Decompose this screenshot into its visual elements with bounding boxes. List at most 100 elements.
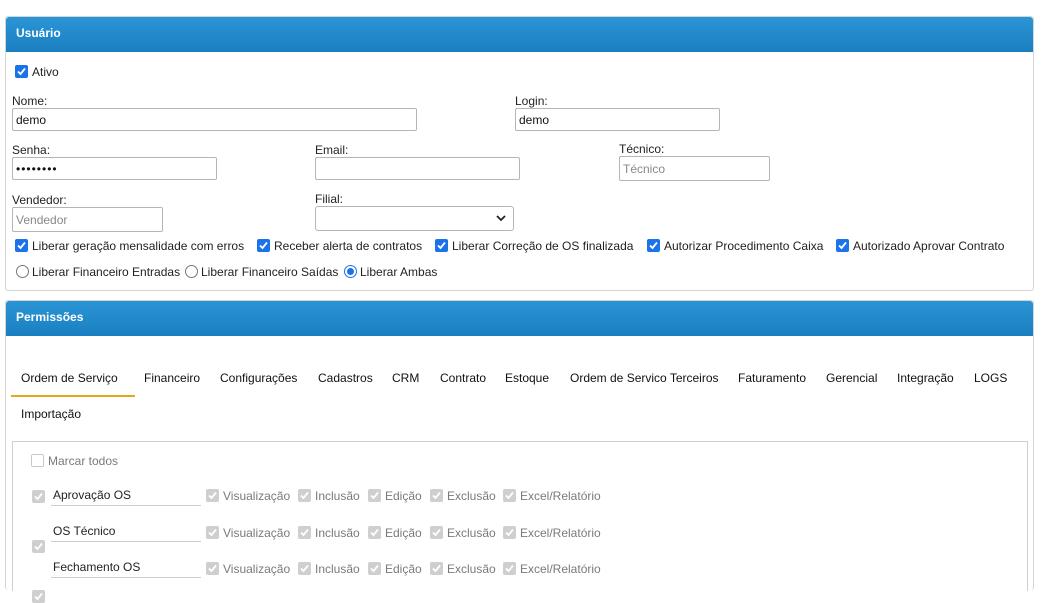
checkbox-checked-icon[interactable] — [15, 65, 28, 78]
permission-name: OS Técnico — [51, 524, 201, 542]
tab-ordem-de-servico[interactable]: Ordem de Serviço — [21, 371, 118, 385]
perm-excel-relatorio[interactable]: Excel/Relatório — [503, 562, 601, 576]
checkbox-disabled-icon[interactable] — [206, 562, 219, 575]
checkbox-disabled-icon[interactable] — [368, 562, 381, 575]
perm-exclusao[interactable]: Exclusão — [430, 562, 496, 576]
checkbox-disabled-icon[interactable] — [503, 562, 516, 575]
checkbox-label: Receber alerta de contratos — [274, 239, 423, 253]
radio-icon[interactable] — [185, 265, 198, 278]
permission-row: OS Técnico Visualização Inclusão Edição … — [13, 456, 1027, 553]
login-field[interactable] — [515, 108, 720, 131]
checkbox-checked-icon[interactable] — [836, 239, 849, 252]
checkbox-checked-icon[interactable] — [435, 239, 448, 252]
tab-faturamento[interactable]: Faturamento — [738, 371, 806, 385]
perm-exclusao[interactable]: Exclusão — [430, 489, 496, 503]
permissoes-panel-title: Permissões — [6, 301, 1033, 336]
checkbox-checked-icon[interactable] — [15, 239, 28, 252]
checkbox-unchecked-icon[interactable] — [31, 454, 44, 467]
tab-financeiro[interactable]: Financeiro — [144, 371, 200, 385]
tab-gerencial[interactable]: Gerencial — [826, 371, 877, 385]
tab-estoque[interactable]: Estoque — [505, 371, 549, 385]
checkbox-disabled-icon[interactable] — [32, 490, 45, 503]
tab-integracao[interactable]: Integração — [897, 371, 954, 385]
action-label: Edição — [385, 526, 422, 540]
checkbox-label: Liberar Correção de OS finalizada — [452, 239, 634, 253]
checkbox-disabled-icon[interactable] — [32, 540, 45, 553]
radio-label: Liberar Financeiro Saídas — [201, 265, 339, 279]
marcar-todos-label: Marcar todos — [48, 454, 119, 468]
radio-financeiro-entradas[interactable]: Liberar Financeiro Entradas — [16, 265, 180, 279]
email-label: Email: — [315, 143, 349, 157]
chevron-down-icon — [496, 215, 506, 222]
checkbox-disabled-icon[interactable] — [430, 526, 443, 539]
tab-logs[interactable]: LOGS — [974, 371, 1007, 385]
radio-icon[interactable] — [16, 265, 29, 278]
ativo-label: Ativo — [32, 65, 59, 79]
senha-field[interactable] — [12, 157, 217, 180]
radio-selected-icon[interactable] — [344, 265, 357, 278]
perm-edicao[interactable]: Edição — [368, 526, 422, 540]
senha-label: Senha: — [12, 143, 51, 157]
checkbox-disabled-icon[interactable] — [368, 489, 381, 502]
action-label: Excel/Relatório — [520, 489, 601, 503]
permission-row: Aprovação OS Visualização Inclusão Ediçã… — [13, 442, 1027, 506]
action-label: Inclusão — [315, 489, 360, 503]
login-label: Login: — [515, 94, 548, 108]
perm-exclusao[interactable]: Exclusão — [430, 526, 496, 540]
tab-ordem-servico-terceiros[interactable]: Ordem de Servico Terceiros — [570, 371, 719, 385]
usuario-panel-title: Usuário — [6, 17, 1033, 52]
checkbox-checked-icon[interactable] — [647, 239, 660, 252]
checkbox-checked-icon[interactable] — [257, 239, 270, 252]
filial-label: Filial: — [315, 192, 344, 206]
permissoes-panel: Permissões Ordem de Serviço Financeiro C… — [5, 300, 1034, 603]
radio-liberar-ambas[interactable]: Liberar Ambas — [344, 265, 437, 279]
perm-excel-relatorio[interactable]: Excel/Relatório — [503, 489, 601, 503]
tecnico-field[interactable] — [619, 156, 770, 181]
perm-inclusao[interactable]: Inclusão — [298, 562, 360, 576]
tab-configuracoes[interactable]: Configurações — [220, 371, 297, 385]
vendedor-field[interactable] — [12, 207, 163, 232]
tab-crm[interactable]: CRM — [392, 371, 419, 385]
tab-cadastros[interactable]: Cadastros — [318, 371, 373, 385]
radio-financeiro-saidas[interactable]: Liberar Financeiro Saídas — [185, 265, 338, 279]
perm-visualizacao[interactable]: Visualização — [206, 526, 290, 540]
perm-inclusao[interactable]: Inclusão — [298, 489, 360, 503]
checkbox-disabled-icon[interactable] — [430, 489, 443, 502]
autorizado-aprovar-checkbox[interactable]: Autorizado Aprovar Contrato — [836, 239, 1004, 253]
checkbox-disabled-icon[interactable] — [503, 489, 516, 502]
permissions-list: Marcar todos Aprovação OS Visualização I… — [12, 441, 1028, 603]
checkbox-disabled-icon[interactable] — [32, 590, 45, 603]
checkbox-disabled-icon[interactable] — [503, 526, 516, 539]
checkbox-disabled-icon[interactable] — [298, 526, 311, 539]
perm-inclusao[interactable]: Inclusão — [298, 526, 360, 540]
checkbox-disabled-icon[interactable] — [298, 489, 311, 502]
action-label: Exclusão — [447, 489, 496, 503]
perm-visualizacao[interactable]: Visualização — [206, 489, 290, 503]
action-label: Excel/Relatório — [520, 562, 601, 576]
nome-label: Nome: — [12, 94, 48, 108]
ativo-checkbox[interactable]: Ativo — [15, 65, 59, 79]
perm-edicao[interactable]: Edição — [368, 562, 422, 576]
checkbox-disabled-icon[interactable] — [206, 489, 219, 502]
action-label: Inclusão — [315, 526, 360, 540]
marcar-todos-checkbox[interactable]: Marcar todos — [31, 454, 118, 468]
action-label: Exclusão — [447, 526, 496, 540]
tab-importacao[interactable]: Importação — [21, 407, 81, 421]
checkbox-label: Liberar geração mensalidade com erros — [32, 239, 245, 253]
checkbox-disabled-icon[interactable] — [368, 526, 381, 539]
email-field[interactable] — [315, 157, 520, 180]
autorizar-procedimento-checkbox[interactable]: Autorizar Procedimento Caixa — [647, 239, 823, 253]
perm-excel-relatorio[interactable]: Excel/Relatório — [503, 526, 601, 540]
receber-alerta-checkbox[interactable]: Receber alerta de contratos — [257, 239, 422, 253]
checkbox-disabled-icon[interactable] — [206, 526, 219, 539]
nome-field[interactable] — [12, 108, 417, 131]
perm-visualizacao[interactable]: Visualização — [206, 562, 290, 576]
checkbox-disabled-icon[interactable] — [298, 562, 311, 575]
liberar-geracao-checkbox[interactable]: Liberar geração mensalidade com erros — [15, 239, 244, 253]
filial-select[interactable] — [315, 206, 514, 231]
perm-edicao[interactable]: Edição — [368, 489, 422, 503]
checkbox-disabled-icon[interactable] — [430, 562, 443, 575]
action-label: Visualização — [223, 562, 291, 576]
liberar-correcao-checkbox[interactable]: Liberar Correção de OS finalizada — [435, 239, 633, 253]
tab-contrato[interactable]: Contrato — [440, 371, 486, 385]
